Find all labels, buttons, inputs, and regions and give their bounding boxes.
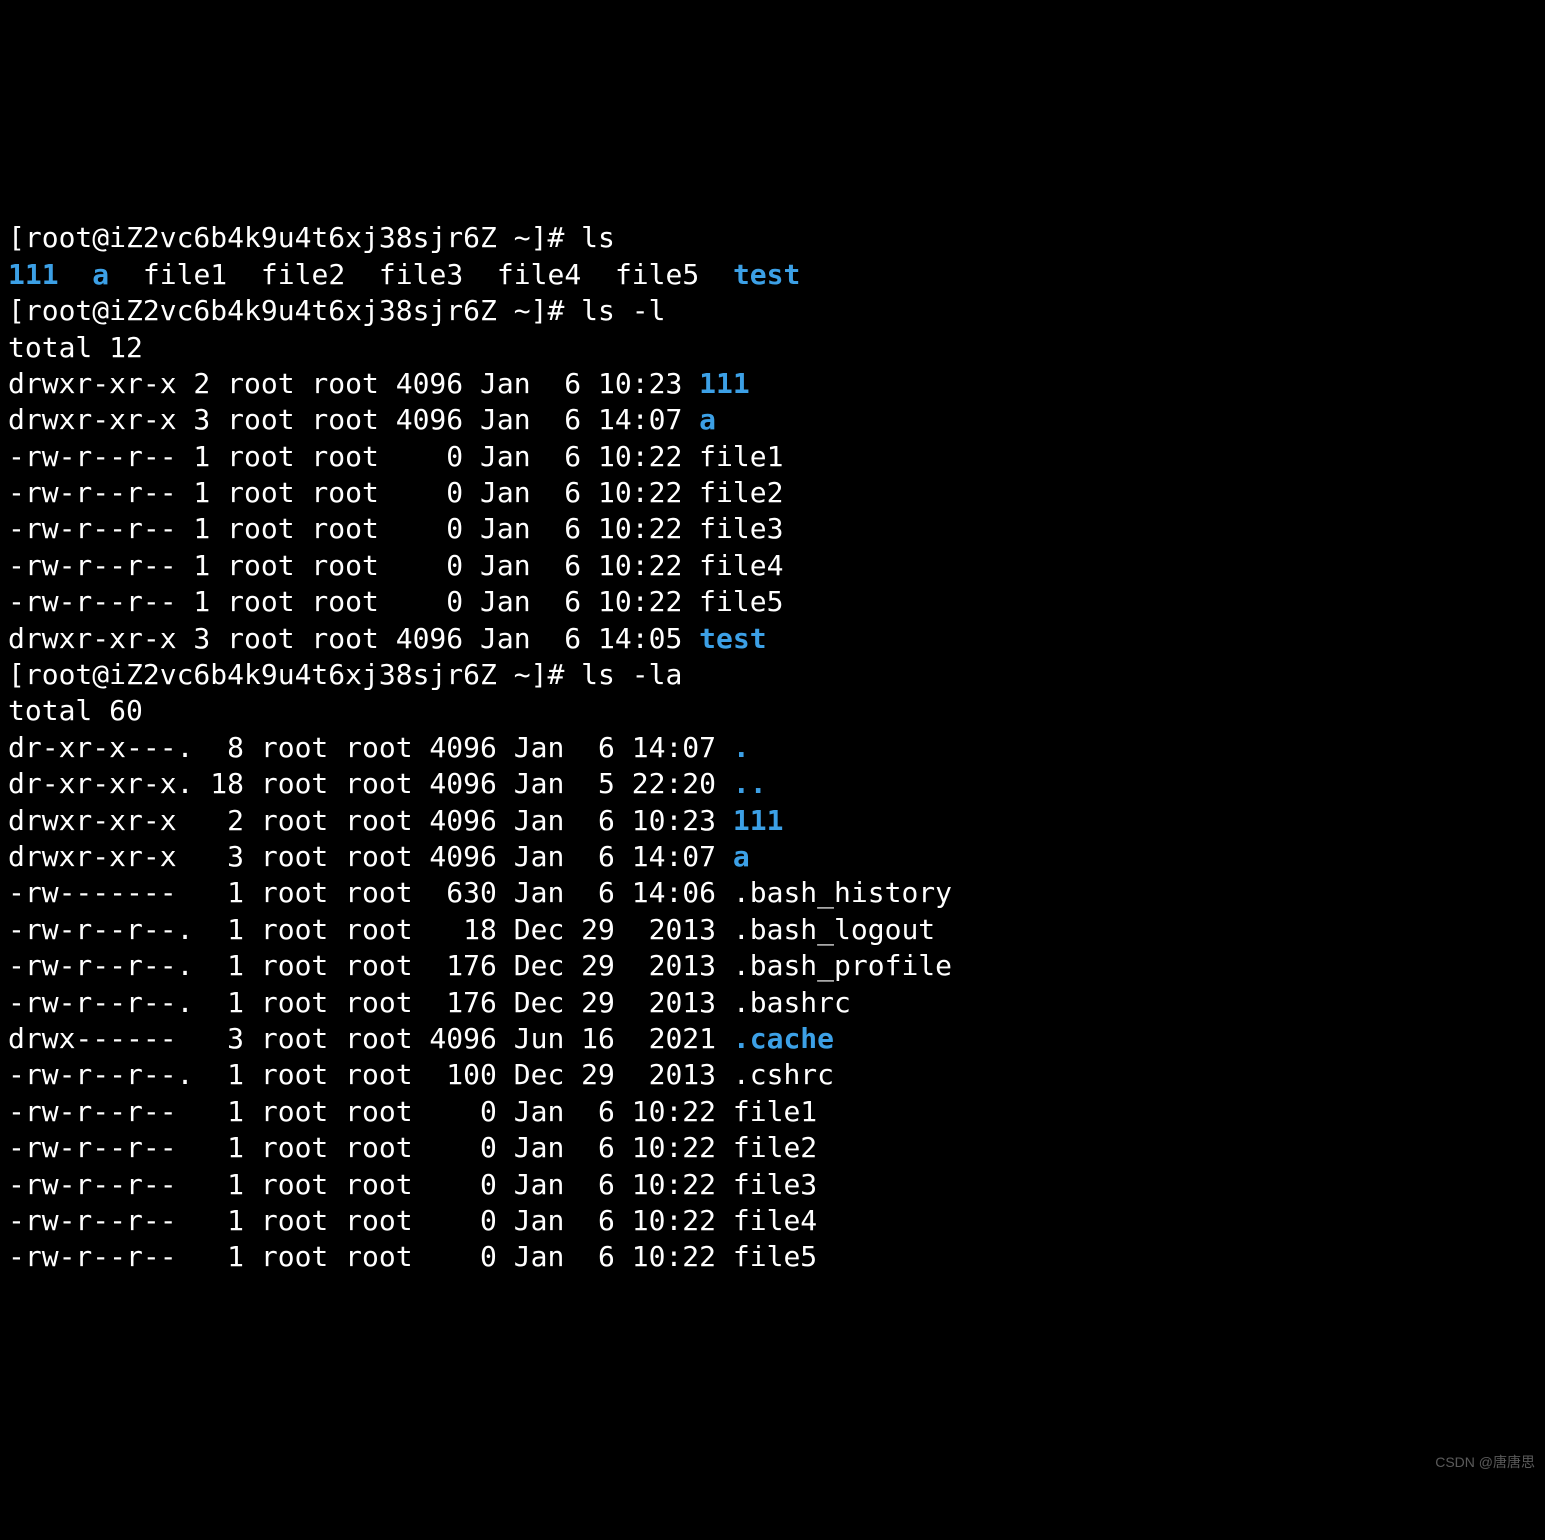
listing-filename: .cshrc: [733, 1058, 834, 1091]
listing-row: -rw-r--r-- 1 root root 0 Jan 6 10:22: [8, 1095, 733, 1128]
command-ls-l: ls -l: [581, 294, 665, 327]
listing-filename: file4: [699, 549, 783, 582]
listing-row: drwxr-xr-x 2 root root 4096 Jan 6 10:23: [8, 367, 699, 400]
listing-filename: file5: [699, 585, 783, 618]
ls-la-output: dr-xr-x---. 8 root root 4096 Jan 6 14:07…: [8, 731, 952, 1273]
shell-prompt: [root@iZ2vc6b4k9u4t6xj38sjr6Z ~]#: [8, 221, 581, 254]
ls-item: file5: [615, 258, 699, 291]
listing-filename: file2: [733, 1131, 817, 1164]
listing-filename: a: [733, 840, 750, 873]
listing-filename: a: [699, 403, 716, 436]
listing-row: -rw-r--r--. 1 root root 100 Dec 29 2013: [8, 1058, 733, 1091]
ls-item: file2: [261, 258, 345, 291]
listing-filename: file2: [699, 476, 783, 509]
ls-la-total: total 60: [8, 694, 143, 727]
listing-row: -rw-r--r--. 1 root root 18 Dec 29 2013: [8, 913, 733, 946]
listing-filename: file3: [699, 512, 783, 545]
listing-row: drwx------ 3 root root 4096 Jun 16 2021: [8, 1022, 733, 1055]
listing-filename: .cache: [733, 1022, 834, 1055]
listing-row: -rw-r--r-- 1 root root 0 Jan 6 10:22: [8, 476, 699, 509]
listing-row: -rw-r--r--. 1 root root 176 Dec 29 2013: [8, 986, 733, 1019]
listing-row: drwxr-xr-x 2 root root 4096 Jan 6 10:23: [8, 804, 733, 837]
ls-item: a: [92, 258, 109, 291]
shell-prompt: [root@iZ2vc6b4k9u4t6xj38sjr6Z ~]#: [8, 294, 581, 327]
ls-l-output: drwxr-xr-x 2 root root 4096 Jan 6 10:23 …: [8, 367, 783, 655]
listing-filename: ..: [733, 767, 767, 800]
listing-row: -rw-r--r-- 1 root root 0 Jan 6 10:22: [8, 549, 699, 582]
listing-row: -rw-r--r-- 1 root root 0 Jan 6 10:22: [8, 1168, 733, 1201]
listing-filename: file3: [733, 1168, 817, 1201]
listing-filename: test: [699, 622, 766, 655]
listing-row: -rw-r--r--. 1 root root 176 Dec 29 2013: [8, 949, 733, 982]
ls-l-total: total 12: [8, 331, 143, 364]
listing-filename: 111: [733, 804, 784, 837]
command-ls: ls: [581, 221, 615, 254]
ls-output: 111 a file1 file2 file3 file4 file5 test: [8, 258, 800, 291]
listing-row: -rw-r--r-- 1 root root 0 Jan 6 10:22: [8, 1240, 733, 1273]
listing-row: -rw-r--r-- 1 root root 0 Jan 6 10:22: [8, 512, 699, 545]
listing-filename: .: [733, 731, 750, 764]
listing-row: -rw-r--r-- 1 root root 0 Jan 6 10:22: [8, 1204, 733, 1237]
ls-item: 111: [8, 258, 59, 291]
listing-row: -rw-r--r-- 1 root root 0 Jan 6 10:22: [8, 585, 699, 618]
ls-item: test: [733, 258, 800, 291]
listing-row: dr-xr-x---. 8 root root 4096 Jan 6 14:07: [8, 731, 733, 764]
listing-row: -rw-r--r-- 1 root root 0 Jan 6 10:22: [8, 440, 699, 473]
listing-row: drwxr-xr-x 3 root root 4096 Jan 6 14:05: [8, 622, 699, 655]
ls-item: file1: [143, 258, 227, 291]
listing-filename: file5: [733, 1240, 817, 1273]
listing-filename: .bash_history: [733, 876, 952, 909]
listing-filename: 111: [699, 367, 750, 400]
listing-row: -rw------- 1 root root 630 Jan 6 14:06: [8, 876, 733, 909]
listing-filename: file1: [699, 440, 783, 473]
listing-row: -rw-r--r-- 1 root root 0 Jan 6 10:22: [8, 1131, 733, 1164]
ls-item: file4: [497, 258, 581, 291]
ls-item: file3: [379, 258, 463, 291]
listing-filename: .bash_logout: [733, 913, 935, 946]
listing-filename: .bash_profile: [733, 949, 952, 982]
listing-row: dr-xr-xr-x. 18 root root 4096 Jan 5 22:2…: [8, 767, 733, 800]
watermark: CSDN @唐唐思: [1435, 1453, 1535, 1471]
command-ls-la: ls -la: [581, 658, 682, 691]
listing-filename: file1: [733, 1095, 817, 1128]
listing-filename: .bashrc: [733, 986, 851, 1019]
shell-prompt: [root@iZ2vc6b4k9u4t6xj38sjr6Z ~]#: [8, 658, 581, 691]
listing-row: drwxr-xr-x 3 root root 4096 Jan 6 14:07: [8, 840, 733, 873]
listing-filename: file4: [733, 1204, 817, 1237]
terminal[interactable]: [root@iZ2vc6b4k9u4t6xj38sjr6Z ~]# ls 111…: [0, 182, 1545, 1286]
listing-row: drwxr-xr-x 3 root root 4096 Jan 6 14:07: [8, 403, 699, 436]
